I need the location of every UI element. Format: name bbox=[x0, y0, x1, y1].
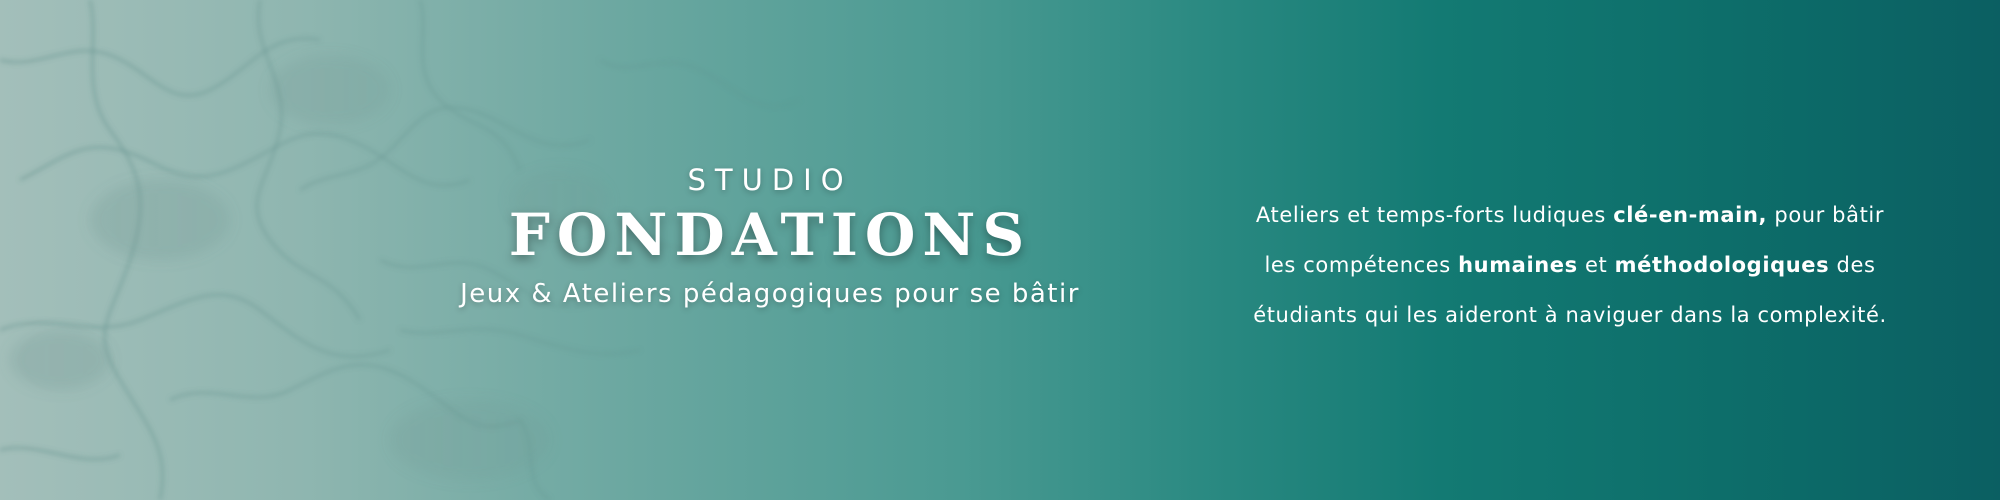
hero-banner: STUDIO FONDATIONS Jeux & Ateliers pédago… bbox=[0, 0, 2000, 500]
description-emphasis: méthodologiques bbox=[1614, 253, 1830, 277]
description-block: Ateliers et temps-forts ludiques clé-en-… bbox=[1190, 190, 1950, 340]
brand-tagline: Jeux & Ateliers pédagogiques pour se bât… bbox=[460, 279, 1080, 309]
description-line-3: étudiants qui les aideront à naviguer da… bbox=[1253, 303, 1887, 327]
brand-title: FONDATIONS bbox=[508, 201, 1032, 269]
description-emphasis: humaines bbox=[1458, 253, 1578, 277]
description-line-1: Ateliers et temps-forts ludiques clé-en-… bbox=[1255, 203, 1885, 227]
brand-block: STUDIO FONDATIONS Jeux & Ateliers pédago… bbox=[420, 160, 1120, 314]
studio-label: STUDIO bbox=[687, 163, 853, 197]
description-line-2: les compétences humaines et méthodologiq… bbox=[1264, 253, 1876, 277]
description-emphasis: clé-en-main, bbox=[1613, 203, 1768, 227]
